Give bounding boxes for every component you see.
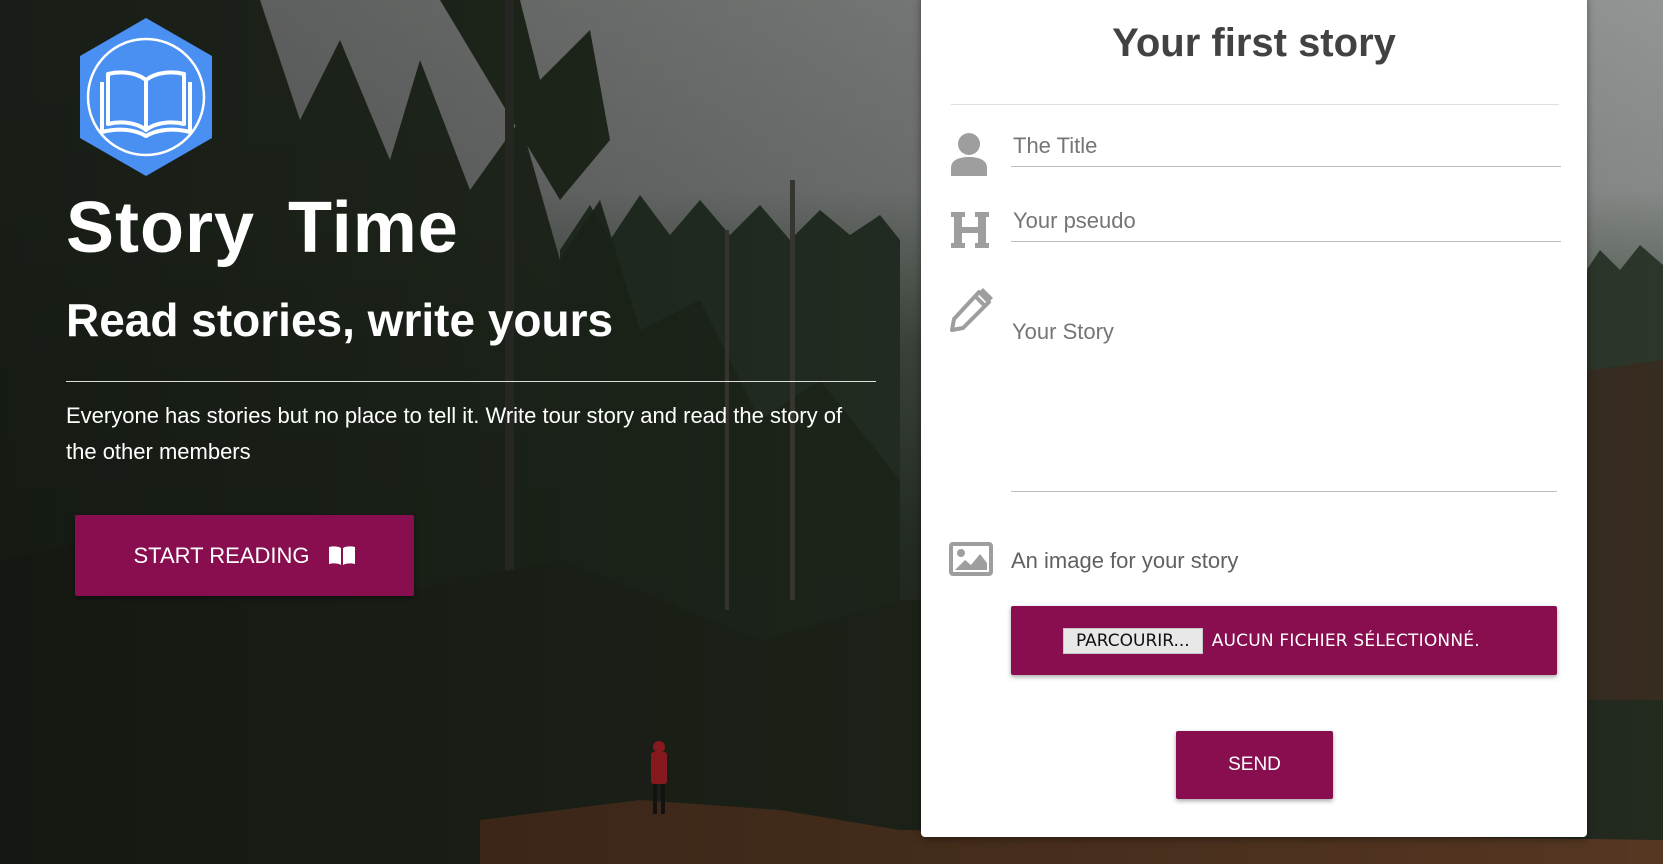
- image-field-label: An image for your story: [1011, 548, 1239, 573]
- file-upload-field[interactable]: PARCOURIR... AUCUN FICHIER SÉLECTIONNÉ.: [1011, 606, 1557, 675]
- heading-h-icon: [949, 210, 991, 250]
- send-button[interactable]: SEND: [1176, 731, 1333, 799]
- file-status-text: AUCUN FICHIER SÉLECTIONNÉ.: [1211, 630, 1480, 651]
- form-title: Your first story: [1112, 21, 1396, 65]
- pseudo-input[interactable]: [1011, 200, 1561, 242]
- pencil-icon: [949, 288, 993, 332]
- logo: [76, 16, 216, 178]
- browse-file-button[interactable]: PARCOURIR...: [1063, 627, 1203, 654]
- form-divider: [951, 104, 1559, 105]
- open-book-icon: [328, 545, 355, 565]
- hero-divider: [66, 381, 876, 382]
- hero-description: Everyone has stories but no place to tel…: [66, 403, 843, 464]
- person-icon: [949, 132, 989, 176]
- hero-title: Story Time: [66, 188, 459, 268]
- image-icon: [949, 542, 993, 576]
- title-input[interactable]: [1011, 125, 1561, 167]
- story-form-card: Your first story An image for your story: [921, 0, 1587, 837]
- story-textarea[interactable]: [1011, 307, 1557, 492]
- start-reading-label: START READING: [133, 542, 310, 568]
- hero-subtitle: Read stories, write yours: [66, 294, 614, 346]
- start-reading-button[interactable]: START READING: [75, 515, 414, 596]
